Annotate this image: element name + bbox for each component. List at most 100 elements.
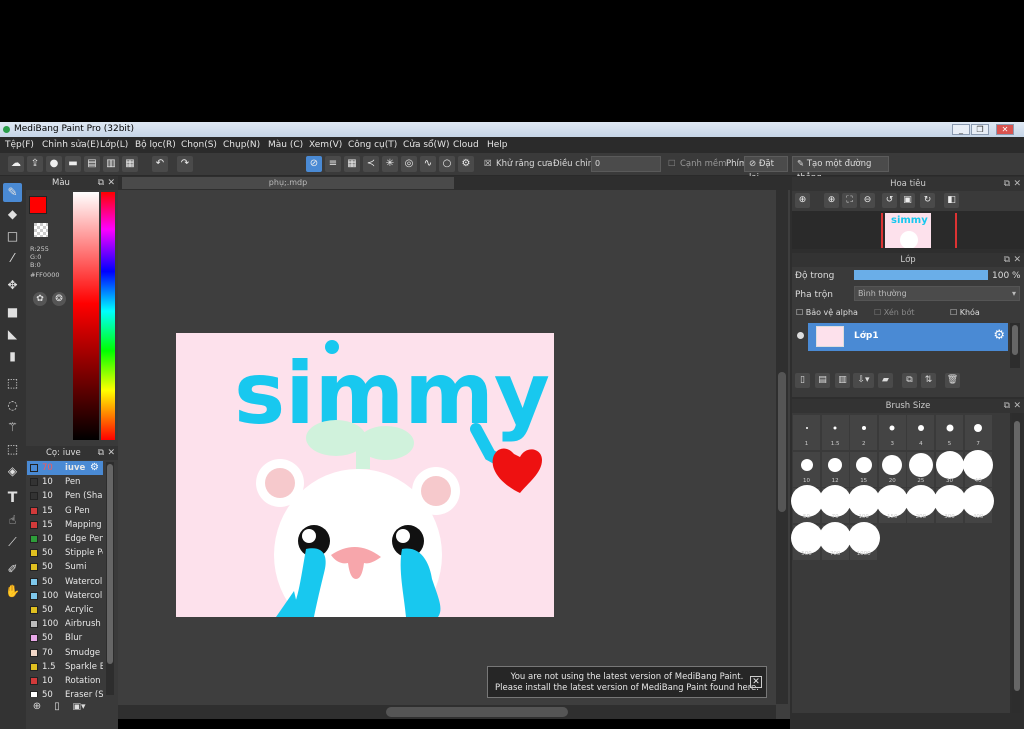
- color-picker-icon[interactable]: ❂: [52, 292, 66, 306]
- brush-size-cell[interactable]: 100: [847, 485, 880, 523]
- brush-size-cell[interactable]: 25: [907, 451, 935, 487]
- zoom-in-icon[interactable]: ⊕: [795, 193, 810, 208]
- snap-circle-icon[interactable]: ◎: [401, 156, 417, 172]
- bucket-tool-icon[interactable]: ◣: [3, 325, 22, 344]
- snap-settings-icon[interactable]: ⚙: [458, 156, 474, 172]
- menu-view[interactable]: Xem(V): [309, 137, 342, 153]
- snap-off-icon[interactable]: ⊘: [306, 156, 322, 172]
- maximize-button[interactable]: ❐: [971, 124, 989, 135]
- brush-size-cell[interactable]: 5: [936, 415, 963, 450]
- brush-size-scrollbar[interactable]: [1012, 413, 1022, 713]
- menu-color[interactable]: Màu (C): [268, 137, 303, 153]
- chat-icon[interactable]: ▬: [65, 156, 81, 172]
- new-halftone-layer-icon[interactable]: ▤: [815, 373, 830, 388]
- menu-file[interactable]: Tệp(F): [5, 137, 34, 153]
- edge-checkbox[interactable]: ☐: [668, 156, 676, 172]
- brush-settings-icon[interactable]: ⚙: [90, 461, 99, 475]
- layer-folder-icon[interactable]: ▰: [878, 373, 893, 388]
- panel-close-icon[interactable]: ✕: [107, 446, 115, 460]
- brush-list-item[interactable]: 10 Pen: [27, 475, 103, 489]
- snap-grid-icon[interactable]: ▦: [344, 156, 360, 172]
- saturation-bar[interactable]: [73, 192, 99, 440]
- snap-perspective-icon[interactable]: ≺: [363, 156, 379, 172]
- fit-screen-icon[interactable]: ⛶: [842, 193, 857, 208]
- dot-tool-icon[interactable]: ⁄: [3, 249, 22, 268]
- brush-size-cell[interactable]: 300: [933, 485, 966, 523]
- secondary-color-swatch[interactable]: [34, 223, 48, 237]
- opacity-slider[interactable]: [854, 270, 988, 280]
- select-pen-icon[interactable]: ⬚: [3, 440, 22, 459]
- menu-window[interactable]: Cửa sổ(W): [403, 137, 449, 153]
- minimize-button[interactable]: _: [952, 124, 970, 135]
- brush-size-cell[interactable]: 30: [935, 450, 964, 487]
- share-icon[interactable]: ⇪: [27, 156, 43, 172]
- brush-size-cell[interactable]: 1.5: [821, 415, 849, 450]
- snap-parallel-icon[interactable]: ≡: [325, 156, 341, 172]
- page-icon[interactable]: ▤: [84, 156, 100, 172]
- palette-icon[interactable]: ✿: [33, 292, 47, 306]
- close-window-button[interactable]: ✕: [996, 124, 1014, 135]
- new-layer-icon[interactable]: ▯: [795, 373, 810, 388]
- duplicate-layer-icon[interactable]: ⧉: [902, 373, 917, 388]
- brush-list-item[interactable]: 15 Mapping P: [27, 518, 103, 532]
- brush-size-cell[interactable]: 20: [878, 451, 906, 487]
- move-tool-icon[interactable]: ✥: [3, 276, 22, 295]
- menu-cloud[interactable]: Cloud: [453, 137, 479, 153]
- brush-size-cell[interactable]: 70: [819, 485, 852, 523]
- reset-view-icon[interactable]: ▣: [900, 193, 915, 208]
- add-brush-icon[interactable]: ⊕: [30, 700, 44, 714]
- snap-curve-icon[interactable]: ∿: [420, 156, 436, 172]
- layer-visibility-icon[interactable]: [797, 332, 804, 339]
- primary-color-swatch[interactable]: [29, 196, 47, 214]
- redo-icon[interactable]: ↷: [177, 156, 193, 172]
- hand-tool-icon[interactable]: ✋: [3, 582, 22, 601]
- brush-list-item[interactable]: 10 Edge Pen: [27, 532, 103, 546]
- brush-list-item[interactable]: 50 Stipple Pe: [27, 546, 103, 560]
- brush-size-cell[interactable]: 4: [907, 415, 935, 450]
- merge-layer-icon[interactable]: ⇅: [921, 373, 936, 388]
- brush-list-item[interactable]: 100 Watercol: [27, 589, 103, 603]
- layer-row[interactable]: Lớp1 ⚙: [808, 323, 1008, 351]
- protect-alpha-checkbox[interactable]: ☐ Bảo vệ alpha: [796, 308, 858, 317]
- brush-size-cell[interactable]: 3: [878, 415, 906, 450]
- rotate-left-icon[interactable]: ↺: [882, 193, 897, 208]
- brush-size-cell[interactable]: 400: [962, 485, 995, 523]
- blend-mode-select[interactable]: Bình thường ▾: [854, 286, 1020, 301]
- brush-list-item[interactable]: 50 Blur: [27, 631, 103, 645]
- zoom-in-alt-icon[interactable]: ⊕: [824, 193, 839, 208]
- antialias-checkbox[interactable]: ☒: [484, 156, 492, 172]
- add-layer-menu-icon[interactable]: ⇩▾: [853, 373, 874, 388]
- lasso-tool-icon[interactable]: ◌: [3, 396, 22, 415]
- panel-float-icon[interactable]: ⧉: [1004, 399, 1010, 413]
- canvas-artwork[interactable]: simmy: [176, 333, 554, 617]
- lock-checkbox[interactable]: ☐ Khóa: [950, 308, 980, 317]
- menu-help[interactable]: Help: [487, 137, 508, 153]
- panel-float-icon[interactable]: ⧉: [98, 446, 104, 460]
- brush-list-item[interactable]: 50 Acrylic: [27, 603, 103, 617]
- layers-scrollbar[interactable]: [1010, 323, 1020, 368]
- brush-list-item[interactable]: 10 Pen (Sha: [27, 489, 103, 503]
- brush-size-cell[interactable]: 12: [821, 451, 849, 487]
- brush-size-cell[interactable]: 700: [819, 521, 852, 560]
- notice-close-icon[interactable]: ✕: [750, 676, 762, 688]
- menu-filter[interactable]: Bộ lọc(R): [135, 137, 176, 153]
- brush-size-cell[interactable]: 500: [790, 521, 823, 560]
- eyedropper-icon[interactable]: ✐: [3, 560, 22, 579]
- brush-menu-icon[interactable]: ▣▾: [70, 700, 88, 714]
- zoom-out-icon[interactable]: ⊖: [860, 193, 875, 208]
- magic-wand-icon[interactable]: ⚚: [3, 418, 22, 437]
- delete-layer-icon[interactable]: 🗑: [945, 373, 960, 388]
- panel-float-icon[interactable]: ⧉: [98, 176, 104, 190]
- divide-tool-icon[interactable]: ⟋: [3, 533, 22, 552]
- brush-tool-icon[interactable]: ✎: [3, 183, 22, 202]
- fill-shape-icon[interactable]: ■: [3, 303, 22, 322]
- select-eraser-icon[interactable]: ◈: [3, 462, 22, 481]
- brush-size-cell[interactable]: 150: [876, 485, 909, 523]
- new-brush-icon[interactable]: ▯: [50, 700, 64, 714]
- rotate-right-icon[interactable]: ↻: [920, 193, 935, 208]
- canvas-vertical-scrollbar[interactable]: [776, 190, 788, 704]
- menu-capture[interactable]: Chụp(N): [223, 137, 260, 153]
- update-notice[interactable]: You are not using the latest version of …: [487, 666, 767, 698]
- brush-size-cell[interactable]: 10: [793, 451, 820, 487]
- eraser-tool-icon[interactable]: ◆: [3, 205, 22, 224]
